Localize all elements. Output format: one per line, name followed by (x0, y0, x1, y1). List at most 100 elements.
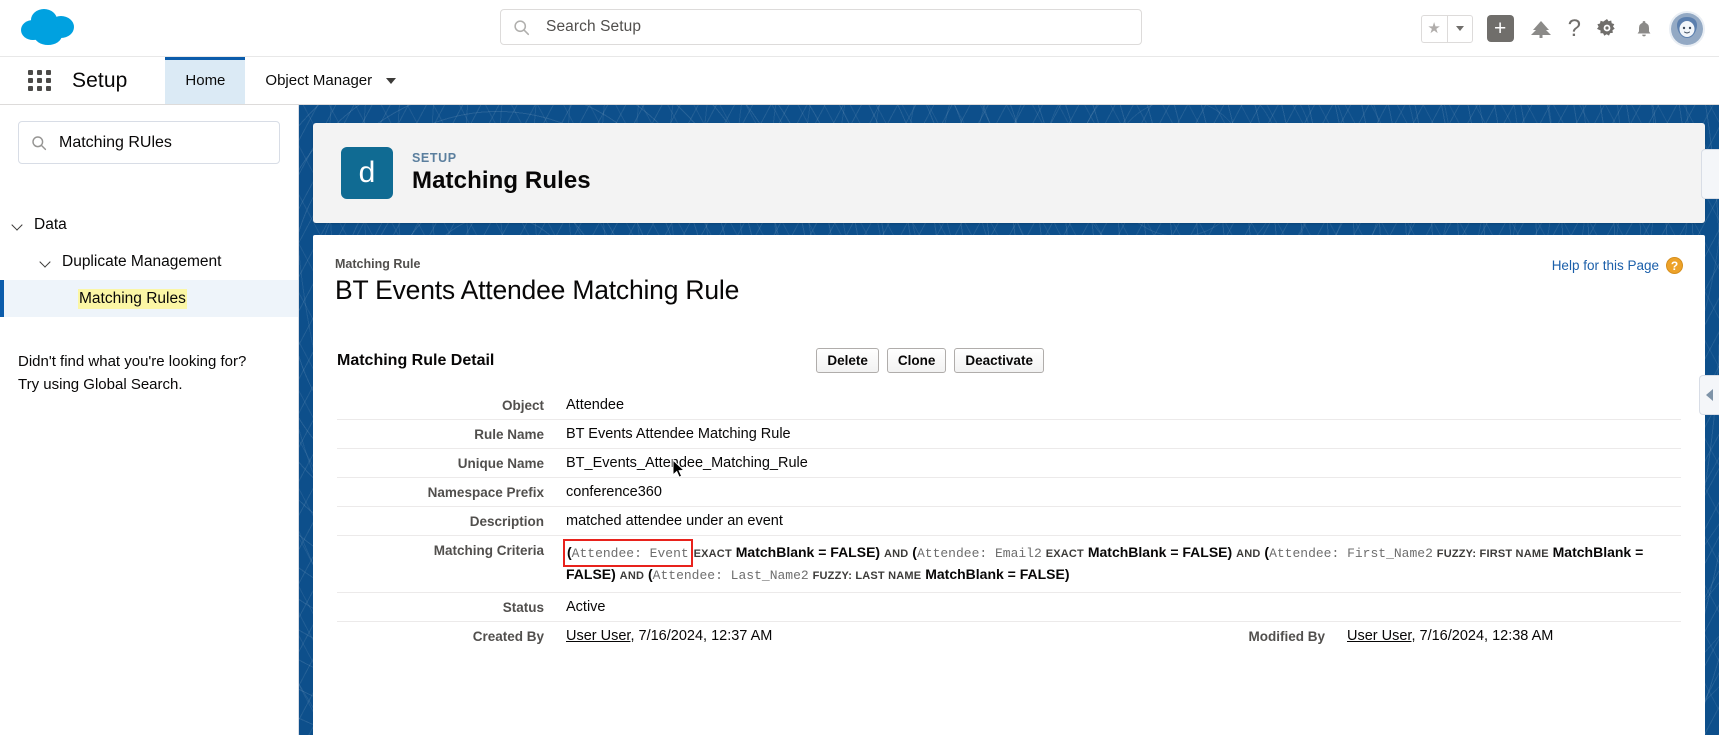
sidebar-note-line1: Didn't find what you're looking for? (18, 353, 247, 370)
field-label-modified-by: Modified By (1248, 629, 1326, 645)
field-label-status: Status (502, 600, 544, 616)
tab-object-manager[interactable]: Object Manager (245, 57, 416, 104)
field-value-namespace-prefix: conference360 (566, 484, 662, 500)
section-bar: Matching Rule Detail Delete Clone Deacti… (337, 348, 1681, 383)
modified-by-group: Modified By User User, 7/16/2024, 12:38 … (1197, 628, 1681, 644)
field-label-unique-name: Unique Name (457, 456, 544, 471)
criteria-op-3: FUZZY: FIRST NAME (1436, 548, 1549, 560)
chevron-down-icon[interactable] (40, 256, 52, 268)
created-by-user-link[interactable]: User User (566, 628, 630, 644)
search-icon (32, 135, 47, 150)
chevron-down-icon (386, 77, 397, 84)
sidebar-item-data[interactable]: Data (0, 206, 298, 243)
field-value-unique-name: BT_Events_Attendee_Matching_Rule (566, 455, 808, 471)
field-value-matching-criteria: (Attendee: Event EXACT MatchBlank = FALS… (563, 538, 1681, 586)
criteria-tail-1: MatchBlank = FALSE) (735, 544, 881, 560)
header-icon-group: ★ + ? (1420, 0, 1705, 57)
content-area: d SETUP Matching Rules Help for this Pag… (299, 105, 1719, 735)
field-row-unique-name: Unique Name BT_Events_Attendee_Matching_… (337, 448, 1681, 477)
sidebar-search-value: Matching RUles (59, 133, 172, 151)
criteria-tail-2: MatchBlank = FALSE) (1087, 544, 1233, 560)
setup-title: Setup (72, 68, 128, 92)
clone-button[interactable]: Clone (886, 348, 947, 373)
action-button-row: Delete Clone Deactivate (816, 348, 1044, 373)
app-launcher-icon[interactable] (28, 70, 52, 91)
criteria-tail-4: MatchBlank = FALSE) (925, 566, 1070, 583)
sidebar-help-note: Didn't find what you're looking for? Try… (18, 351, 280, 396)
detail-section: Matching Rule Detail Delete Clone Deacti… (313, 348, 1705, 650)
sidebar-item-data-label: Data (34, 215, 67, 233)
global-header: Search Setup ★ + ? (0, 0, 1719, 57)
sidebar-search-input[interactable]: Matching RUles (18, 121, 280, 164)
criteria-and-3: AND (619, 570, 645, 583)
help-link-label: Help for this Page (1551, 258, 1659, 273)
field-value-object: Attendee (566, 397, 625, 413)
field-row-rule-name: Rule Name BT Events Attendee Matching Ru… (337, 419, 1681, 448)
favorites-group[interactable]: ★ (1420, 14, 1473, 43)
bell-icon[interactable] (1633, 18, 1655, 40)
setup-tabs: Home Object Manager (165, 57, 416, 104)
section-title: Matching Rule Detail (337, 351, 495, 369)
field-value-rule-name: BT Events Attendee Matching Rule (566, 426, 791, 442)
tab-object-manager-label: Object Manager (265, 72, 373, 89)
setup-tree: Data Duplicate Management Matching Rules (0, 206, 298, 317)
sidebar-note-line2: Try using Global Search. (18, 375, 183, 393)
plus-icon[interactable]: + (1486, 15, 1514, 42)
search-placeholder: Search Setup (546, 18, 642, 35)
page-header-card: d SETUP Matching Rules (313, 123, 1705, 223)
criteria-and-2: AND (1236, 548, 1261, 560)
field-row-created-modified: Created By User User, 7/16/2024, 12:37 A… (337, 621, 1681, 650)
field-list: Object Attendee Rule Name BT Events Atte… (337, 391, 1681, 650)
chevron-left-icon (1706, 389, 1713, 401)
criteria-op-2: EXACT (1045, 548, 1084, 560)
field-row-object: Object Attendee (337, 391, 1681, 419)
sidebar-item-matching-rules-label: Matching Rules (78, 288, 187, 309)
field-label-object: Object (501, 398, 544, 413)
object-icon: d (341, 147, 393, 199)
delete-button[interactable]: Delete (816, 348, 879, 373)
criteria-field-2: Attendee: Email2 (916, 546, 1042, 561)
field-label-rule-name: Rule Name (474, 427, 544, 442)
record-header: Matching Rule BT Events Attendee Matchin… (313, 235, 1705, 306)
page-title: Matching Rules (412, 167, 591, 194)
field-row-status: Status Active (337, 592, 1681, 621)
deactivate-button[interactable]: Deactivate (954, 348, 1044, 373)
sidebar-item-duplicate-management-label: Duplicate Management (62, 252, 222, 270)
chevron-down-icon[interactable] (12, 219, 24, 231)
body-split: Matching RUles Data Duplicate Management… (0, 105, 1719, 735)
criteria-op-1: EXACT (693, 548, 732, 560)
field-label-description: Description (469, 514, 544, 529)
search-setup-input[interactable]: Search Setup (500, 9, 1142, 45)
record-title: BT Events Attendee Matching Rule (335, 275, 740, 305)
search-icon (514, 19, 530, 35)
setup-sidebar: Matching RUles Data Duplicate Management… (0, 105, 299, 735)
collapse-panel-handle[interactable] (1699, 375, 1719, 415)
help-question-icon[interactable]: ? (1666, 257, 1683, 274)
field-row-matching-criteria: Matching Criteria (Attendee: Event EXACT… (337, 535, 1681, 592)
user-avatar[interactable] (1669, 10, 1705, 47)
created-by-group: Created By User User, 7/16/2024, 12:37 A… (337, 628, 1197, 644)
modified-by-timestamp: , 7/16/2024, 12:38 AM (1411, 628, 1554, 645)
field-value-status: Active (566, 599, 606, 616)
setup-nav-bar: Setup Home Object Manager (0, 57, 1719, 105)
salesforce-cloud-logo[interactable] (18, 5, 84, 51)
global-search-container[interactable]: Search Setup (500, 9, 1142, 45)
help-for-this-page-link[interactable]: Help for this Page ? (1552, 257, 1683, 274)
field-row-description: Description matched attendee under an ev… (337, 506, 1681, 535)
top-panel-handle[interactable] (1701, 149, 1719, 199)
field-label-created-by: Created By (472, 629, 544, 645)
tab-home[interactable]: Home (165, 57, 246, 104)
chevron-down-icon[interactable] (1446, 14, 1473, 43)
question-mark-icon[interactable]: ? (1568, 15, 1581, 43)
star-icon[interactable]: ★ (1420, 14, 1447, 43)
created-by-timestamp: , 7/16/2024, 12:37 AM (630, 628, 773, 645)
tree-icon[interactable] (1528, 16, 1554, 42)
modified-by-user-link[interactable]: User User (1347, 628, 1411, 644)
field-row-namespace-prefix: Namespace Prefix conference360 (337, 477, 1681, 506)
field-label-namespace-prefix: Namespace Prefix (427, 485, 544, 500)
sidebar-item-duplicate-management[interactable]: Duplicate Management (0, 243, 298, 280)
detail-card: Help for this Page ? Matching Rule BT Ev… (313, 235, 1705, 735)
sidebar-item-matching-rules[interactable]: Matching Rules (0, 280, 298, 317)
field-label-matching-criteria: Matching Criteria (433, 543, 544, 558)
gear-icon[interactable] (1595, 17, 1619, 41)
